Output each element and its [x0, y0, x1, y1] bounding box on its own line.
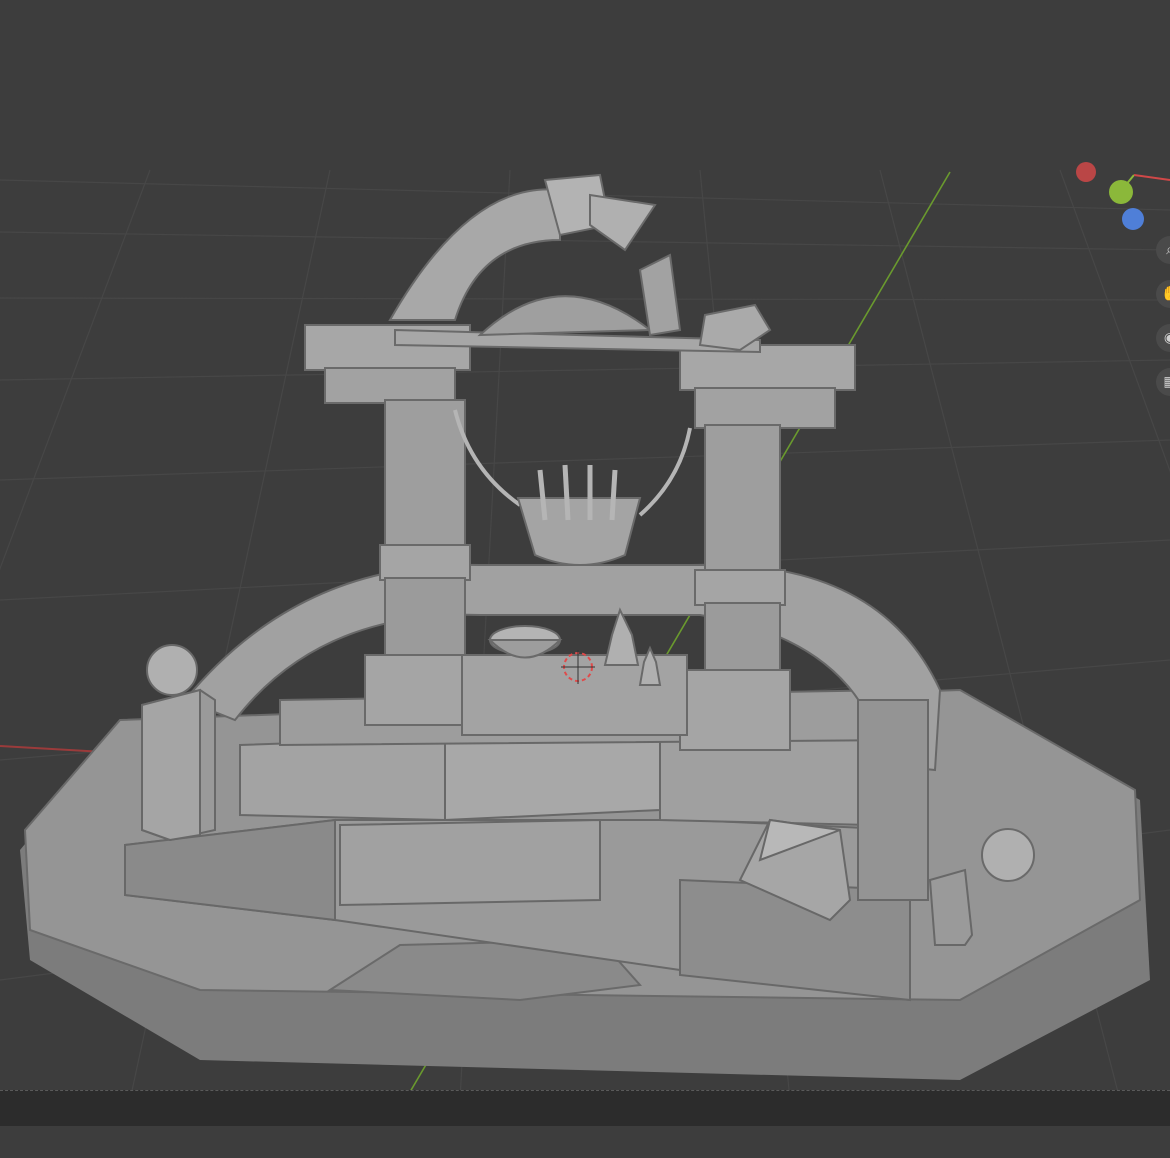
zoom-icon[interactable]: ⌕	[1156, 236, 1170, 264]
hand-pan-icon[interactable]: ✋	[1156, 280, 1170, 308]
grid-toggle-icon[interactable]: ▦	[1156, 368, 1170, 396]
left-post	[141, 644, 216, 842]
gizmo-x-axis[interactable]	[1076, 162, 1096, 182]
right-small-post	[928, 868, 974, 946]
gizmo-z-axis[interactable]	[1122, 208, 1144, 230]
brazier-basket	[516, 464, 642, 566]
status-bar	[0, 1090, 1170, 1127]
right-sphere	[981, 828, 1035, 882]
bottom-panel	[0, 1126, 1170, 1158]
camera-icon[interactable]: ◉	[1156, 324, 1170, 352]
altar	[461, 607, 688, 736]
navigation-gizmo[interactable]	[1076, 162, 1170, 230]
left-pillar	[304, 324, 471, 726]
viewport-scene[interactable]	[0, 0, 1170, 1158]
3d-viewport[interactable]: ⌕ ✋ ◉ ▦	[0, 0, 1170, 1158]
gizmo-y-axis[interactable]	[1109, 180, 1133, 204]
viewport-nav-toolbar: ⌕ ✋ ◉ ▦	[1156, 236, 1170, 412]
